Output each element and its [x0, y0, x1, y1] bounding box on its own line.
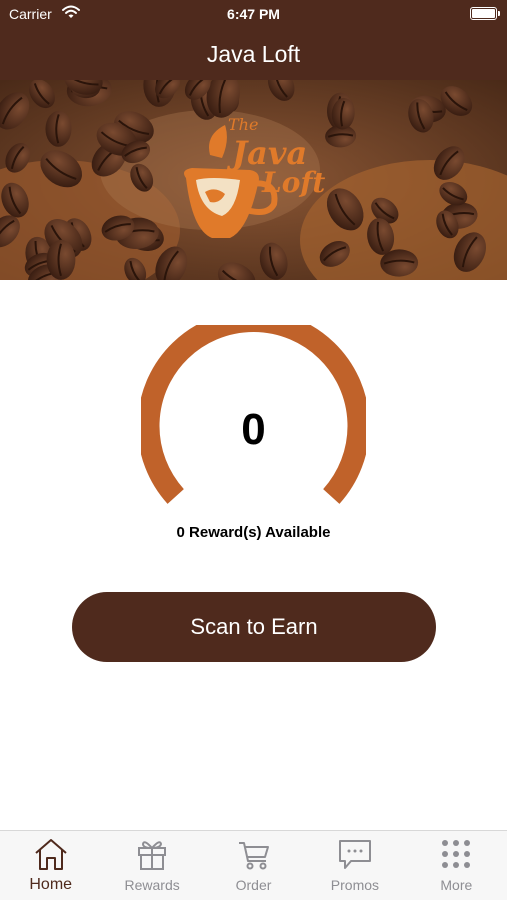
nav-bar: Java Loft [0, 28, 507, 80]
grid-dots-icon [442, 840, 471, 868]
logo-the-text: The [228, 115, 258, 134]
tab-order[interactable]: Order [203, 831, 304, 900]
tab-more[interactable]: More [406, 831, 507, 900]
tab-promos-label: Promos [330, 877, 380, 893]
coffee-bean [46, 239, 76, 280]
tab-promos[interactable]: Promos [304, 831, 405, 900]
status-bar: Carrier 6:47 PM [0, 0, 507, 28]
status-time: 6:47 PM [227, 6, 280, 22]
cart-icon [238, 842, 269, 870]
tab-order-label: Order [235, 877, 272, 893]
tab-more-label: More [440, 877, 473, 893]
home-icon [35, 839, 67, 870]
rewards-available-label: 0 Reward(s) Available [176, 524, 331, 541]
tab-rewards[interactable]: Rewards [101, 831, 202, 900]
hero-banner: The Java Loft [0, 80, 507, 280]
battery-icon [470, 7, 500, 20]
logo-loft-text: Loft [261, 166, 325, 199]
gift-icon [138, 841, 167, 870]
tab-home-label: Home [29, 876, 73, 893]
chat-bubble-icon [338, 840, 371, 869]
tab-home[interactable]: Home [0, 831, 101, 900]
scan-to-earn-button[interactable]: Scan to Earn [72, 592, 436, 662]
points-value: 0 [241, 405, 266, 454]
coffee-beans-image: The Java Loft [0, 80, 507, 280]
page-title: Java Loft [206, 41, 301, 67]
tab-rewards-label: Rewards [124, 877, 180, 893]
tab-bar: Home Rewards Order Promos More [0, 830, 507, 900]
